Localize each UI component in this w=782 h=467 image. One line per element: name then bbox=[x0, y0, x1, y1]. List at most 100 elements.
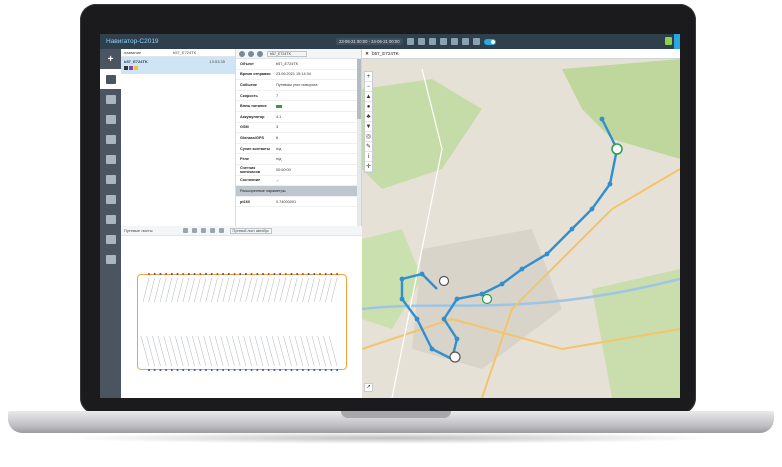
property-row: Счетчик моточасов 00:00:00 bbox=[236, 165, 361, 176]
close-icon[interactable]: ✕ bbox=[362, 51, 372, 57]
rail-objects[interactable] bbox=[100, 69, 121, 89]
stop-label-line bbox=[262, 277, 269, 303]
objects-panel: название b57_E724TK b57_E724TK 13:53:35 bbox=[121, 49, 236, 226]
stop-label-line bbox=[154, 277, 161, 303]
name-column-header[interactable]: название bbox=[121, 50, 173, 55]
stop-point bbox=[216, 273, 219, 275]
rail-routes[interactable] bbox=[100, 189, 121, 209]
map-tool-3[interactable]: ● bbox=[365, 102, 372, 112]
stop-point bbox=[187, 369, 190, 371]
property-value: 23.06.2021 15:14:34 bbox=[276, 72, 311, 77]
flag-icon[interactable] bbox=[191, 228, 197, 233]
stop-point bbox=[148, 369, 150, 371]
lock-icon[interactable] bbox=[461, 38, 469, 45]
map-tool-7[interactable]: ✎ bbox=[365, 142, 372, 152]
calendar-icon[interactable] bbox=[406, 38, 414, 45]
property-value: 00:00:00 bbox=[276, 167, 291, 172]
mode-toggle[interactable] bbox=[483, 38, 496, 45]
stop-point bbox=[182, 273, 185, 275]
date-range-picker[interactable]: 23-06-21 00:00 - 24-06-21 00:00 bbox=[336, 38, 403, 45]
notification-icon[interactable] bbox=[665, 37, 672, 45]
forward-icon[interactable] bbox=[248, 50, 254, 57]
stop-label-line bbox=[211, 277, 218, 303]
document-icon bbox=[105, 174, 116, 184]
objects-filter[interactable]: b57_E724TK bbox=[173, 50, 213, 55]
map-canvas[interactable] bbox=[362, 49, 680, 398]
copy-icon[interactable] bbox=[417, 38, 425, 45]
rail-reports[interactable] bbox=[100, 109, 121, 129]
property-value: н/д bbox=[276, 157, 282, 162]
back-icon[interactable] bbox=[239, 50, 245, 57]
sensor-icon bbox=[129, 66, 133, 70]
route-sheet-select[interactable]: Путевой лист автобус bbox=[229, 227, 272, 234]
add-button[interactable]: + bbox=[100, 49, 121, 69]
stop-point bbox=[250, 273, 253, 275]
properties-scrollbar[interactable] bbox=[357, 59, 361, 226]
map-tool-5[interactable]: ▼ bbox=[365, 122, 372, 132]
property-value: 4.1 bbox=[276, 114, 282, 119]
stop-point bbox=[233, 369, 236, 371]
scroll-thumb[interactable] bbox=[357, 59, 361, 119]
stop-label-line bbox=[188, 277, 195, 303]
stop-label-line bbox=[222, 277, 230, 303]
table-icon[interactable] bbox=[450, 38, 458, 45]
stop-label-line bbox=[302, 277, 309, 303]
property-row: Glonass/GPS 8 bbox=[236, 133, 361, 144]
rail-events[interactable] bbox=[100, 149, 121, 169]
property-value bbox=[276, 104, 282, 108]
map-toolbar: + − ▲ ● ♣ ▼ ◎ ✎ i ✛ bbox=[364, 71, 373, 173]
stop-label-line bbox=[245, 277, 252, 303]
property-row: Событие Путевым угол поворота bbox=[236, 80, 361, 91]
property-row: Аккумулятор 4.1 bbox=[236, 112, 361, 123]
stop-point bbox=[176, 369, 179, 371]
object-row[interactable]: b57_E724TK 13:53:35 bbox=[121, 57, 235, 74]
status-icon bbox=[124, 66, 128, 70]
panel-toggle-button[interactable] bbox=[674, 34, 680, 49]
play-icon[interactable] bbox=[218, 228, 224, 233]
map-tool-2[interactable]: ▲ bbox=[365, 92, 372, 102]
map-tool-6[interactable]: ◎ bbox=[365, 132, 372, 142]
gear-icon[interactable] bbox=[439, 38, 447, 45]
bus-icon[interactable] bbox=[200, 228, 206, 233]
map-tool-8[interactable]: i bbox=[365, 152, 372, 162]
stop-point bbox=[176, 273, 179, 275]
tasks-icon[interactable] bbox=[472, 38, 480, 45]
stop-point bbox=[296, 369, 299, 371]
property-key: Время отправки bbox=[240, 72, 271, 77]
top-bar: Навигатор-С2019 23-06-21 00:00 - 24-06-2… bbox=[100, 34, 680, 49]
rail-geozones[interactable] bbox=[100, 129, 121, 149]
property-value: н/д bbox=[276, 146, 282, 151]
stop-label-line bbox=[239, 277, 247, 303]
property-row: Сухие контакты н/д bbox=[236, 144, 361, 155]
map-tool-1[interactable]: − bbox=[365, 82, 372, 92]
stop-point bbox=[165, 273, 168, 275]
property-row: Состояние ✓ bbox=[236, 176, 361, 187]
map-tool-4[interactable]: ♣ bbox=[365, 112, 372, 122]
stop-point bbox=[159, 273, 162, 275]
rail-documents[interactable] bbox=[100, 169, 121, 189]
refresh-icon[interactable] bbox=[257, 50, 263, 57]
grid-icon[interactable] bbox=[428, 38, 436, 45]
property-row: Скорость 7 bbox=[236, 91, 361, 102]
object-select[interactable]: b57_E724TK bbox=[267, 50, 307, 57]
property-key: Внеш питание bbox=[240, 104, 267, 109]
property-key: Аккумулятор bbox=[240, 114, 265, 119]
map-tab[interactable]: ✕ b57_E724TK bbox=[362, 49, 680, 59]
edit-icon bbox=[105, 234, 116, 244]
route-sheets-panel: Путевые листы Путевой лист автобус bbox=[121, 226, 362, 398]
stop-label-line bbox=[290, 277, 298, 303]
map-tool-9[interactable]: ✛ bbox=[365, 162, 372, 172]
rail-premium[interactable] bbox=[100, 249, 121, 269]
sync-icon[interactable] bbox=[182, 228, 188, 233]
property-key: Счетчик моточасов bbox=[240, 165, 261, 174]
calendar-icon[interactable] bbox=[209, 228, 215, 233]
map-panel[interactable]: ✕ b57_E724TK + − ▲ ● ♣ ▼ ◎ ✎ i ✛ ↗ bbox=[362, 49, 680, 398]
stop-point bbox=[210, 273, 213, 275]
map-tool-0[interactable]: + bbox=[365, 72, 372, 82]
rail-edit[interactable] bbox=[100, 229, 121, 249]
rail-tracks[interactable] bbox=[100, 89, 121, 109]
expand-icon[interactable]: ↗ bbox=[364, 383, 373, 392]
properties-panel: b57_E724TK Объект b57_E724TK Время отправк… bbox=[236, 49, 362, 226]
stop-label-line bbox=[182, 277, 190, 303]
rail-video[interactable] bbox=[100, 209, 121, 229]
